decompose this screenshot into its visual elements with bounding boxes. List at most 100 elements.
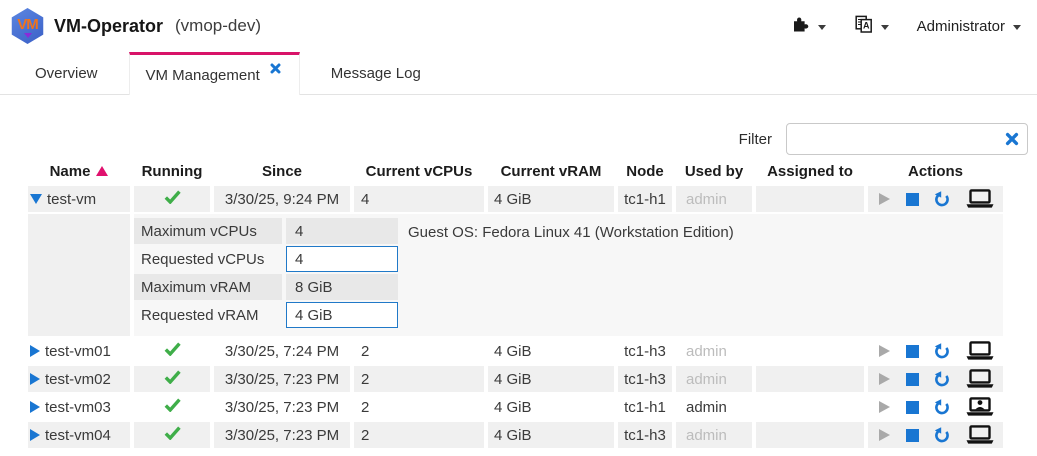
column-header-since[interactable]: Since — [214, 158, 350, 184]
current-vcpus-value: 2 — [354, 394, 484, 420]
stop-icon[interactable] — [906, 401, 919, 414]
guest-os-info: Guest OS: Fedora Linux 41 (Workstation E… — [408, 224, 734, 241]
current-vcpus-value: 4 — [354, 186, 484, 212]
vm-name: test-vm04 — [45, 427, 111, 444]
components-menu-button[interactable] — [793, 16, 826, 36]
current-vram-value: 4 GiB — [488, 394, 614, 420]
console-icon[interactable] — [965, 425, 995, 445]
top-bar-menus: A Administrator — [793, 15, 1021, 37]
column-header-used-by[interactable]: Used by — [676, 158, 752, 184]
requested-vram-input[interactable] — [286, 302, 398, 328]
vm-operator-logo-icon: VM — [10, 8, 45, 44]
maximum-vram-value: 8 GiB — [286, 274, 398, 300]
collapse-row-icon[interactable] — [30, 194, 42, 204]
translate-icon: A — [854, 15, 873, 37]
vm-properties: Maximum vCPUs 4 Requested vCPUs Maximum … — [134, 218, 398, 328]
since-value: 3/30/25, 7:24 PM — [214, 338, 350, 364]
start-icon[interactable] — [876, 191, 892, 207]
vm-detail-panel: Maximum vCPUs 4 Requested vCPUs Maximum … — [134, 214, 1003, 336]
expand-row-icon[interactable] — [30, 345, 40, 357]
used-by-value: admin — [676, 394, 752, 420]
requested-vcpus-input[interactable] — [286, 246, 398, 272]
column-header-running[interactable]: Running — [134, 158, 210, 184]
assigned-to-value — [756, 338, 864, 364]
console-in-use-icon[interactable] — [965, 397, 995, 417]
chevron-down-icon — [881, 25, 889, 30]
clear-filter-icon[interactable] — [1005, 132, 1019, 146]
current-vram-value: 4 GiB — [488, 338, 614, 364]
table-row: test-vm04 3/30/25, 7:23 PM 2 4 GiB tc1-h… — [28, 422, 1003, 448]
assigned-to-value — [756, 366, 864, 392]
column-header-node[interactable]: Node — [618, 158, 672, 184]
property-label: Maximum vCPUs — [134, 218, 282, 244]
filter-label: Filter — [739, 131, 772, 148]
app-subtitle: (vmop-dev) — [175, 16, 261, 36]
reset-icon[interactable] — [933, 190, 951, 208]
property-label: Maximum vRAM — [134, 274, 282, 300]
tab-overview[interactable]: Overview — [10, 52, 123, 94]
table-row: test-vm02 3/30/25, 7:23 PM 2 4 GiB tc1-h… — [28, 366, 1003, 392]
stop-icon[interactable] — [906, 429, 919, 442]
stop-icon[interactable] — [906, 193, 919, 206]
stop-icon[interactable] — [906, 345, 919, 358]
expand-row-icon[interactable] — [30, 401, 40, 413]
console-icon[interactable] — [965, 369, 995, 389]
stop-icon[interactable] — [906, 373, 919, 386]
maximum-vcpus-value: 4 — [286, 218, 398, 244]
used-by-value: admin — [676, 338, 752, 364]
tab-message-log[interactable]: Message Log — [306, 52, 446, 94]
tab-vm-management[interactable]: VM Management — [129, 52, 300, 95]
chevron-down-icon — [818, 25, 826, 30]
current-vram-value: 4 GiB — [488, 186, 614, 212]
start-icon[interactable] — [876, 371, 892, 387]
chevron-down-icon — [1013, 25, 1021, 30]
since-value: 3/30/25, 7:23 PM — [214, 394, 350, 420]
vm-name: test-vm03 — [45, 399, 111, 416]
running-check-icon — [164, 371, 181, 388]
expand-row-icon[interactable] — [30, 373, 40, 385]
user-menu-button[interactable]: Administrator — [917, 18, 1021, 35]
console-icon[interactable] — [965, 341, 995, 361]
reset-icon[interactable] — [933, 370, 951, 388]
node-value: tc1-h3 — [618, 338, 672, 364]
table-row: test-vm01 3/30/25, 7:24 PM 2 4 GiB tc1-h… — [28, 338, 1003, 364]
console-icon[interactable] — [965, 189, 995, 209]
vm-name: test-vm — [47, 191, 96, 208]
column-header-assigned-to[interactable]: Assigned to — [756, 158, 864, 184]
start-icon[interactable] — [876, 343, 892, 359]
close-tab-icon[interactable] — [270, 63, 281, 74]
running-check-icon — [164, 191, 181, 208]
node-value: tc1-h1 — [618, 394, 672, 420]
since-value: 3/30/25, 7:23 PM — [214, 422, 350, 448]
current-vram-value: 4 GiB — [488, 366, 614, 392]
since-value: 3/30/25, 9:24 PM — [214, 186, 350, 212]
current-vcpus-value: 2 — [354, 366, 484, 392]
tab-bar: Overview VM Management Message Log — [0, 52, 1037, 95]
reset-icon[interactable] — [933, 398, 951, 416]
table-row: test-vm 3/30/25, 9:24 PM 4 4 GiB tc1-h1 … — [28, 186, 1003, 212]
column-header-actions: Actions — [868, 158, 1003, 184]
column-header-current-vram[interactable]: Current vRAM — [488, 158, 614, 184]
start-icon[interactable] — [876, 399, 892, 415]
expand-row-icon[interactable] — [30, 429, 40, 441]
column-header-name[interactable]: Name — [28, 158, 130, 184]
table-header-row: Name Running Since Current vCPUs Current… — [28, 158, 1003, 184]
since-value: 3/30/25, 7:23 PM — [214, 366, 350, 392]
user-menu-label: Administrator — [917, 18, 1005, 35]
start-icon[interactable] — [876, 427, 892, 443]
node-value: tc1-h1 — [618, 186, 672, 212]
property-label: Requested vCPUs — [134, 246, 282, 272]
used-by-value: admin — [676, 186, 752, 212]
language-menu-button[interactable]: A — [854, 15, 889, 37]
used-by-value: admin — [676, 422, 752, 448]
running-check-icon — [164, 343, 181, 360]
reset-icon[interactable] — [933, 342, 951, 360]
assigned-to-value — [756, 186, 864, 212]
column-header-current-vcpus[interactable]: Current vCPUs — [354, 158, 484, 184]
filter-input[interactable] — [786, 123, 1028, 155]
vm-name: test-vm01 — [45, 343, 111, 360]
assigned-to-value — [756, 422, 864, 448]
node-value: tc1-h3 — [618, 422, 672, 448]
table-row: test-vm03 3/30/25, 7:23 PM 2 4 GiB tc1-h… — [28, 394, 1003, 420]
reset-icon[interactable] — [933, 426, 951, 444]
